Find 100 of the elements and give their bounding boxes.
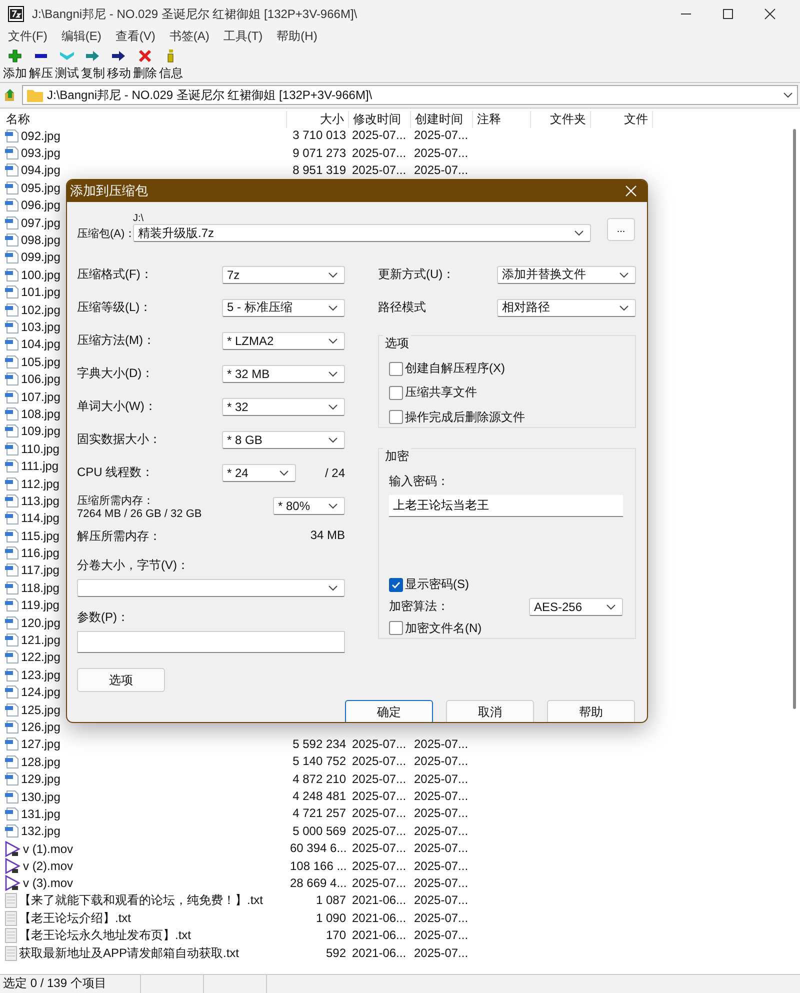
up-folder-icon[interactable]: [4, 88, 16, 102]
file-name[interactable]: 120.jpg: [21, 616, 60, 630]
file-size: 1 087: [314, 893, 347, 908]
dropdown[interactable]: * 24: [222, 464, 296, 482]
dropdown[interactable]: 7z: [222, 266, 345, 284]
file-name[interactable]: 098.jpg: [21, 233, 60, 248]
dropdown[interactable]: 添加并替换文件: [497, 266, 636, 284]
checkbox[interactable]: 显示密码(S): [389, 575, 635, 594]
file-name[interactable]: 【老王论坛介绍】.txt: [19, 910, 132, 927]
dropdown[interactable]: * 8 GB: [222, 430, 345, 448]
toolbar-button[interactable]: 解压: [28, 45, 54, 82]
dialog-button[interactable]: 取消: [446, 700, 534, 722]
file-name[interactable]: 127.jpg: [21, 737, 60, 752]
dropdown[interactable]: 相对路径: [497, 298, 636, 316]
password-field[interactable]: 上老王论坛当老王: [389, 495, 623, 517]
parameters-field[interactable]: [77, 631, 345, 653]
dialog-button[interactable]: 确定: [345, 700, 433, 722]
column-header[interactable]: 注释: [473, 110, 531, 128]
file-name[interactable]: 110.jpg: [21, 442, 60, 456]
file-name[interactable]: 095.jpg: [21, 180, 60, 195]
toolbar-button[interactable]: 移动: [106, 45, 132, 82]
file-name[interactable]: 118.jpg: [21, 580, 60, 595]
dropdown[interactable]: * LZMA2: [222, 332, 345, 350]
file-name[interactable]: 117.jpg: [21, 563, 60, 578]
toolbar-button[interactable]: 复制: [80, 45, 106, 82]
menu-item[interactable]: 文件(F): [8, 28, 48, 45]
file-name[interactable]: 119.jpg: [21, 598, 60, 612]
checkbox[interactable]: 操作完成后删除源文件: [389, 408, 635, 427]
options-button[interactable]: 选项: [77, 668, 165, 692]
file-name[interactable]: 115.jpg: [21, 528, 60, 543]
toolbar-button[interactable]: 信息: [158, 45, 184, 82]
file-name[interactable]: 097.jpg: [21, 216, 60, 230]
dropdown[interactable]: AES-256: [529, 598, 623, 616]
column-header[interactable]: 名称: [0, 110, 287, 128]
dropdown[interactable]: * 32: [222, 398, 345, 416]
file-name[interactable]: 【来了就能下载和观看的论坛，纯免费！】.txt: [19, 892, 264, 910]
scrollbar[interactable]: [793, 129, 796, 709]
file-name[interactable]: 123.jpg: [21, 668, 60, 682]
file-name[interactable]: 103.jpg: [21, 320, 60, 334]
menu-item[interactable]: 书签(A): [169, 28, 210, 45]
file-name[interactable]: v (2).mov: [23, 859, 74, 874]
column-header[interactable]: 文件夹: [531, 110, 591, 128]
checkbox[interactable]: 压缩共享文件: [389, 383, 635, 403]
file-name[interactable]: v (1).mov: [23, 842, 74, 856]
file-name[interactable]: 109.jpg: [21, 424, 60, 438]
address-field[interactable]: J:\Bangni邦尼 - NO.029 圣诞尼尔 红裙御姐 [132P+3V-966M]\: [22, 85, 798, 105]
menu-item[interactable]: 帮助(H): [276, 28, 318, 45]
checkbox[interactable]: 加密文件名(N): [389, 618, 635, 638]
maximize-icon[interactable]: [722, 8, 734, 20]
dropdown[interactable]: 5 - 标准压缩: [222, 298, 345, 316]
toolbar-button[interactable]: 添加: [2, 45, 28, 82]
close-icon[interactable]: [764, 8, 776, 20]
file-name[interactable]: 130.jpg: [21, 790, 60, 804]
file-name[interactable]: 108.jpg: [21, 406, 60, 421]
checkbox[interactable]: 创建自解压程序(X): [389, 359, 635, 378]
file-name[interactable]: 获取最新地址及APP请发邮箱自动获取.txt: [19, 944, 240, 962]
file-name[interactable]: 128.jpg: [21, 754, 60, 769]
file-name[interactable]: 094.jpg: [21, 163, 60, 178]
column-header[interactable]: 创建时间: [411, 110, 473, 128]
image-file-icon: [5, 268, 19, 282]
dropdown[interactable]: * 32 MB: [222, 364, 345, 382]
file-name[interactable]: 105.jpg: [21, 354, 60, 369]
archive-name-combo[interactable]: 精装升级版.7z: [133, 224, 591, 242]
browse-button[interactable]: ...: [607, 218, 635, 241]
file-name[interactable]: 101.jpg: [21, 285, 60, 300]
file-name[interactable]: 124.jpg: [21, 685, 60, 700]
file-name[interactable]: 112.jpg: [21, 476, 60, 490]
column-header[interactable]: 文件: [591, 110, 653, 128]
file-name[interactable]: 107.jpg: [21, 390, 60, 404]
file-name[interactable]: 129.jpg: [21, 772, 60, 786]
dropdown[interactable]: * 80%: [273, 497, 345, 515]
file-name[interactable]: 113.jpg: [21, 494, 60, 508]
file-name[interactable]: 099.jpg: [21, 250, 60, 264]
menu-item[interactable]: 工具(T): [223, 28, 263, 45]
toolbar-button[interactable]: 测试: [54, 45, 80, 82]
file-name[interactable]: 121.jpg: [21, 633, 60, 648]
file-name[interactable]: 100.jpg: [21, 268, 60, 282]
file-name[interactable]: 【老王论坛永久地址发布页】.txt: [19, 927, 192, 944]
file-name[interactable]: 102.jpg: [21, 302, 60, 317]
file-name[interactable]: 116.jpg: [21, 546, 60, 560]
file-name[interactable]: 092.jpg: [21, 128, 60, 143]
file-name[interactable]: 104.jpg: [21, 337, 60, 352]
toolbar-button[interactable]: 删除: [132, 45, 158, 82]
file-name[interactable]: 111.jpg: [21, 459, 59, 474]
menu-item[interactable]: 查看(V): [115, 28, 156, 45]
file-name[interactable]: 106.jpg: [21, 372, 60, 386]
file-name[interactable]: 126.jpg: [21, 720, 60, 734]
file-name[interactable]: 096.jpg: [21, 198, 60, 212]
file-name[interactable]: v (3).mov: [23, 876, 74, 890]
file-name[interactable]: 131.jpg: [21, 806, 60, 821]
file-name[interactable]: 114.jpg: [21, 511, 60, 526]
file-name[interactable]: 093.jpg: [21, 146, 60, 160]
file-name[interactable]: 122.jpg: [21, 650, 60, 664]
file-name[interactable]: 132.jpg: [21, 824, 60, 838]
menu-item[interactable]: 编辑(E): [61, 28, 102, 45]
file-name[interactable]: 125.jpg: [21, 702, 60, 717]
column-header[interactable]: 大小: [287, 110, 349, 128]
dialog-button[interactable]: 帮助: [547, 700, 635, 722]
column-header[interactable]: 修改时间: [349, 110, 411, 128]
volume-size-combo[interactable]: [77, 579, 345, 597]
